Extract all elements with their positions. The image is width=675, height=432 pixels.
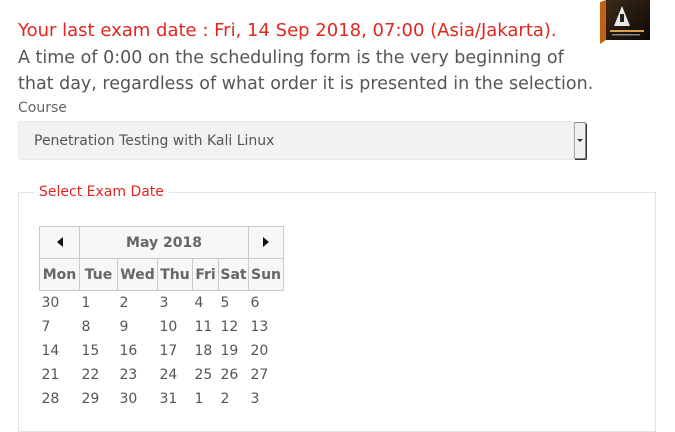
chevron-down-icon (577, 139, 583, 142)
weekday-thu: Thu (157, 258, 193, 291)
calendar-day[interactable]: 14 (40, 339, 80, 363)
course-label: Course (18, 100, 67, 116)
calendar-day[interactable]: 5 (219, 291, 249, 316)
calendar-day[interactable]: 19 (219, 339, 249, 363)
exam-date-calendar: May 2018 Mon Tue Wed Thu Fri Sat Sun 30 … (39, 226, 284, 411)
calendar-day[interactable]: 30 (118, 387, 158, 411)
course-product-box-image (600, 0, 650, 44)
weekday-sat: Sat (218, 258, 249, 291)
calendar-day[interactable]: 11 (193, 315, 219, 339)
course-select[interactable]: Penetration Testing with Kali Linux (18, 121, 574, 160)
calendar-next-month-button[interactable] (248, 226, 284, 259)
calendar-day[interactable]: 27 (249, 363, 284, 387)
calendar-prev-month-button[interactable] (39, 226, 80, 259)
calendar-day[interactable]: 1 (193, 387, 219, 411)
calendar-day[interactable]: 2 (219, 387, 249, 411)
calendar-day[interactable]: 26 (219, 363, 249, 387)
course-select-dropdown-button[interactable] (574, 122, 586, 159)
chevron-left-icon (56, 236, 63, 247)
calendar-day[interactable]: 3 (158, 291, 193, 316)
calendar-week: 21 22 23 24 25 26 27 (40, 363, 284, 387)
calendar-day[interactable]: 17 (158, 339, 193, 363)
calendar-day[interactable]: 18 (193, 339, 219, 363)
calendar-day[interactable]: 3 (249, 387, 284, 411)
calendar-day[interactable]: 22 (80, 363, 118, 387)
calendar-day[interactable]: 10 (158, 315, 193, 339)
course-selected-value: Penetration Testing with Kali Linux (34, 133, 275, 149)
calendar-day[interactable]: 24 (158, 363, 193, 387)
weekday-mon: Mon (39, 258, 80, 291)
calendar-day[interactable]: 16 (118, 339, 158, 363)
calendar-day[interactable]: 1 (80, 291, 118, 316)
calendar-day[interactable]: 6 (249, 291, 284, 316)
weekday-fri: Fri (192, 258, 219, 291)
calendar-day[interactable]: 25 (193, 363, 219, 387)
calendar-day[interactable]: 4 (193, 291, 219, 316)
calendar-day[interactable]: 30 (40, 291, 80, 316)
calendar-week: 14 15 16 17 18 19 20 (40, 339, 284, 363)
calendar-day[interactable]: 12 (219, 315, 249, 339)
calendar-day[interactable]: 15 (80, 339, 118, 363)
calendar-day[interactable]: 2 (118, 291, 158, 316)
calendar-day[interactable]: 31 (158, 387, 193, 411)
calendar-month-title: May 2018 (79, 226, 249, 259)
calendar-day[interactable]: 21 (40, 363, 80, 387)
calendar-day[interactable]: 28 (40, 387, 80, 411)
chevron-right-icon (263, 236, 269, 247)
calendar-week: 30 1 2 3 4 5 6 (40, 291, 284, 316)
calendar-day[interactable]: 13 (249, 315, 284, 339)
calendar-week: 28 29 30 31 1 2 3 (40, 387, 284, 411)
exam-date-legend: Select Exam Date (34, 184, 169, 200)
calendar-day[interactable]: 7 (40, 315, 80, 339)
calendar-week: 7 8 9 10 11 12 13 (40, 315, 284, 339)
scheduling-info-text: A time of 0:00 on the scheduling form is… (18, 48, 594, 94)
calendar-day[interactable]: 29 (80, 387, 118, 411)
weekday-tue: Tue (79, 258, 118, 291)
weekday-sun: Sun (248, 258, 284, 291)
weekday-wed: Wed (117, 258, 158, 291)
calendar-day[interactable]: 20 (249, 339, 284, 363)
last-exam-date: Your last exam date : Fri, 14 Sep 2018, … (18, 20, 557, 41)
calendar-day[interactable]: 8 (80, 315, 118, 339)
calendar-day[interactable]: 9 (118, 315, 158, 339)
calendar-day[interactable]: 23 (118, 363, 158, 387)
